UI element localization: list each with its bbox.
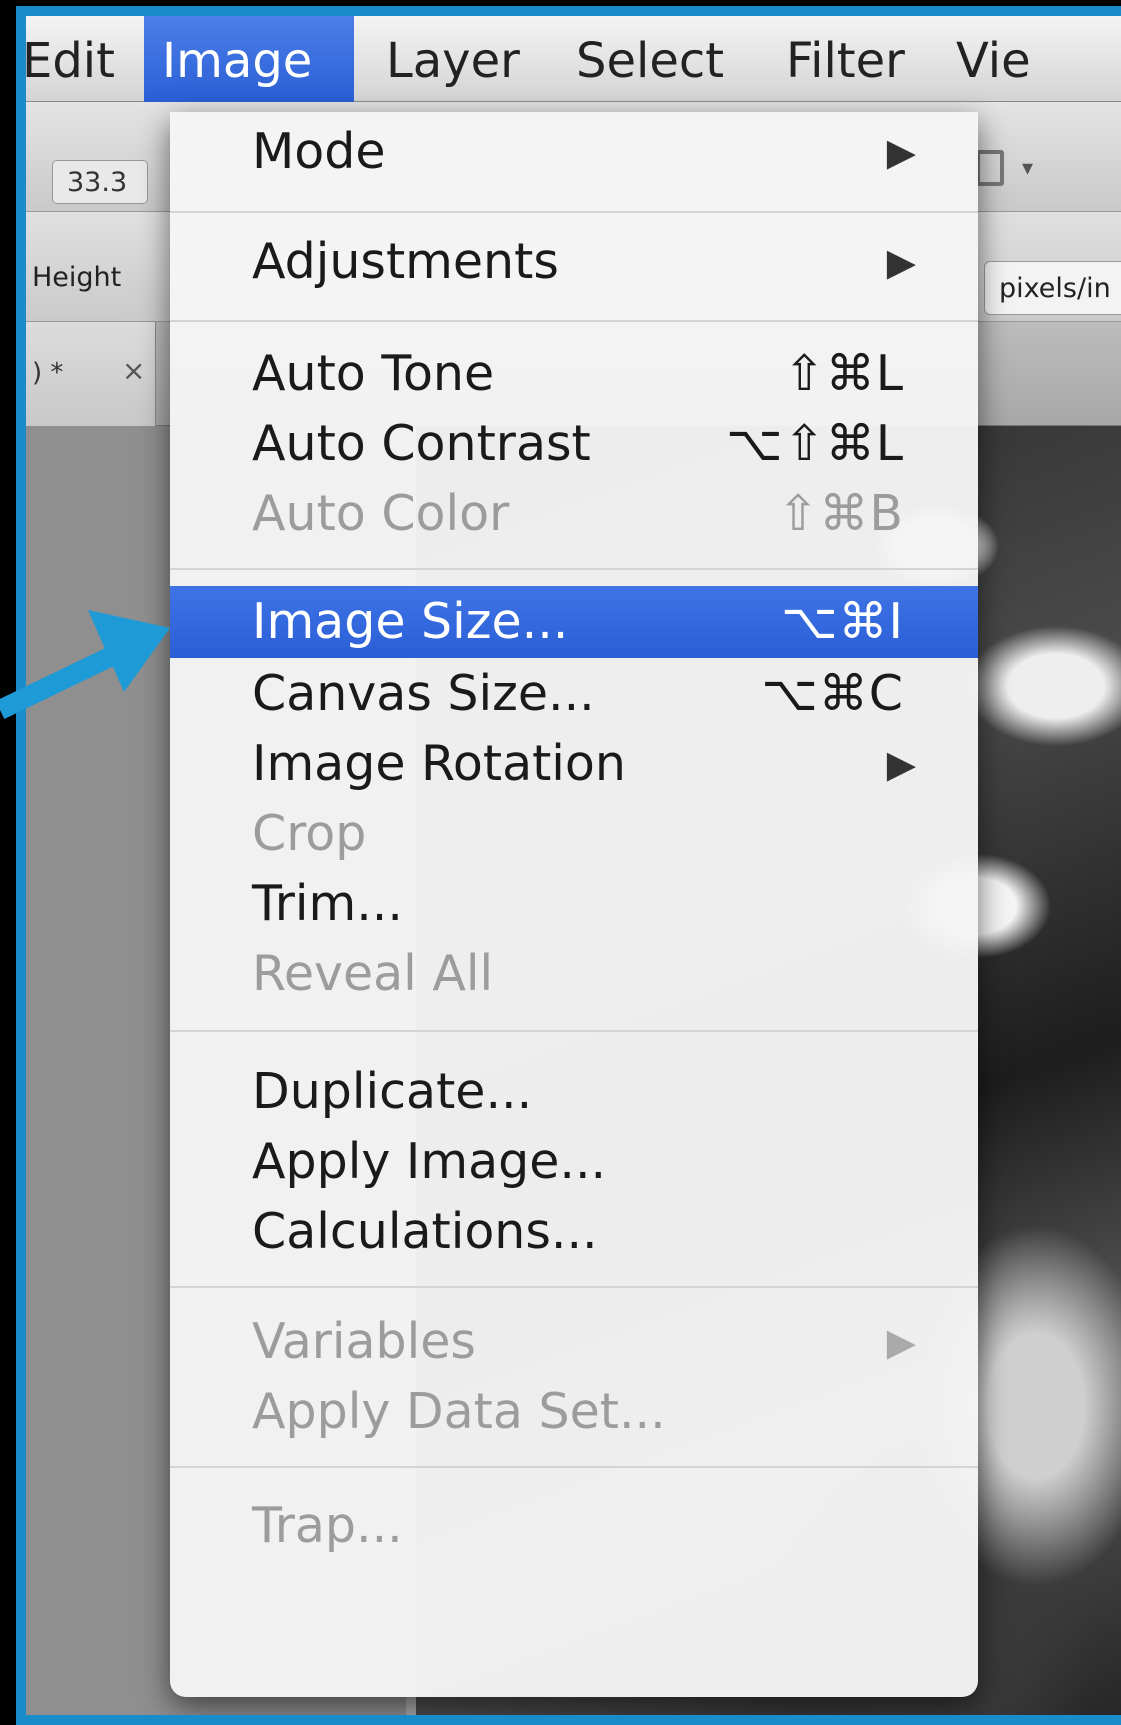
- menu-item-shortcut: ⇧⌘B: [777, 485, 904, 542]
- menu-item-shortcut: ⌥⌘I: [781, 593, 904, 650]
- menu-item-label: Image Size...: [252, 593, 569, 650]
- chevron-down-icon: ▾: [1022, 156, 1034, 181]
- menu-item-calculations[interactable]: Calculations...: [170, 1196, 978, 1268]
- document-tab[interactable]: ) * ×: [26, 322, 156, 426]
- submenu-arrow-icon: ▶: [886, 1320, 916, 1364]
- menu-item-label: Mode: [252, 123, 386, 180]
- menu-item-label: Trap...: [252, 1497, 403, 1554]
- menu-item-apply-image[interactable]: Apply Image...: [170, 1126, 978, 1198]
- menu-edit[interactable]: Edit: [26, 16, 133, 102]
- submenu-arrow-icon: ▶: [886, 240, 916, 284]
- menu-item-shortcut: ⌥⇧⌘L: [726, 415, 904, 472]
- menu-item-reveal-all: Reveal All: [170, 938, 978, 1010]
- submenu-arrow-icon: ▶: [886, 130, 916, 174]
- menu-separator: [170, 211, 978, 213]
- pointer-arrow-icon: [0, 610, 170, 720]
- menu-item-mode[interactable]: Mode ▶: [170, 116, 978, 188]
- menu-bar: Edit Image Layer Select Filter Vie: [26, 16, 1121, 102]
- submenu-arrow-icon: ▶: [886, 742, 916, 786]
- menu-separator: [170, 320, 978, 322]
- screen-mode-icon: [976, 150, 1004, 186]
- menu-separator: [170, 1030, 978, 1032]
- menu-item-label: Auto Color: [252, 485, 510, 542]
- menu-separator: [170, 568, 978, 570]
- menu-item-shortcut: ⌥⌘C: [761, 665, 904, 722]
- menu-item-trap: Trap...: [170, 1490, 978, 1562]
- image-menu-dropdown: Mode ▶ Adjustments ▶ Auto Tone ⇧⌘L Auto …: [170, 112, 978, 1697]
- screenshot-frame: Edit Image Layer Select Filter Vie 33.3 …: [16, 6, 1121, 1725]
- document-tab-label: ) *: [32, 358, 64, 388]
- menu-item-auto-contrast[interactable]: Auto Contrast ⌥⇧⌘L: [170, 408, 978, 480]
- menu-filter[interactable]: Filter: [768, 16, 923, 102]
- menu-item-variables: Variables ▶: [170, 1306, 978, 1378]
- menu-view[interactable]: Vie: [938, 16, 1049, 102]
- menu-item-label: Trim...: [252, 875, 403, 932]
- menu-item-canvas-size[interactable]: Canvas Size... ⌥⌘C: [170, 658, 978, 730]
- menu-item-label: Variables: [252, 1313, 476, 1370]
- height-label: Height: [32, 262, 122, 293]
- menu-item-label: Image Rotation: [252, 735, 626, 792]
- menu-item-image-size[interactable]: Image Size... ⌥⌘I: [170, 586, 978, 658]
- menu-item-label: Adjustments: [252, 233, 559, 290]
- menu-item-crop: Crop: [170, 798, 978, 870]
- screen-mode-button[interactable]: ▾: [976, 146, 1056, 196]
- menu-separator: [170, 1286, 978, 1288]
- menu-item-label: Canvas Size...: [252, 665, 595, 722]
- menu-item-duplicate[interactable]: Duplicate...: [170, 1056, 978, 1128]
- menu-item-shortcut: ⇧⌘L: [783, 345, 904, 402]
- menu-item-image-rotation[interactable]: Image Rotation ▶: [170, 728, 978, 800]
- menu-item-adjustments[interactable]: Adjustments ▶: [170, 226, 978, 298]
- menu-item-label: Crop: [252, 805, 367, 862]
- menu-layer[interactable]: Layer: [368, 16, 538, 102]
- close-icon[interactable]: ×: [122, 354, 145, 387]
- menu-item-apply-data-set: Apply Data Set...: [170, 1376, 978, 1448]
- menu-select[interactable]: Select: [558, 16, 742, 102]
- menu-item-trim[interactable]: Trim...: [170, 868, 978, 940]
- menu-item-auto-color: Auto Color ⇧⌘B: [170, 478, 978, 550]
- menu-item-label: Reveal All: [252, 945, 494, 1002]
- menu-item-auto-tone[interactable]: Auto Tone ⇧⌘L: [170, 338, 978, 410]
- menu-item-label: Apply Image...: [252, 1133, 607, 1190]
- menu-item-label: Auto Contrast: [252, 415, 591, 472]
- menu-item-label: Calculations...: [252, 1203, 598, 1260]
- resolution-units-select[interactable]: pixels/in: [984, 261, 1121, 315]
- menu-item-label: Apply Data Set...: [252, 1383, 666, 1440]
- zoom-level-field[interactable]: 33.3: [52, 160, 148, 204]
- menu-item-label: Duplicate...: [252, 1063, 533, 1120]
- menu-separator: [170, 1466, 978, 1468]
- menu-image[interactable]: Image: [144, 16, 354, 102]
- menu-item-label: Auto Tone: [252, 345, 495, 402]
